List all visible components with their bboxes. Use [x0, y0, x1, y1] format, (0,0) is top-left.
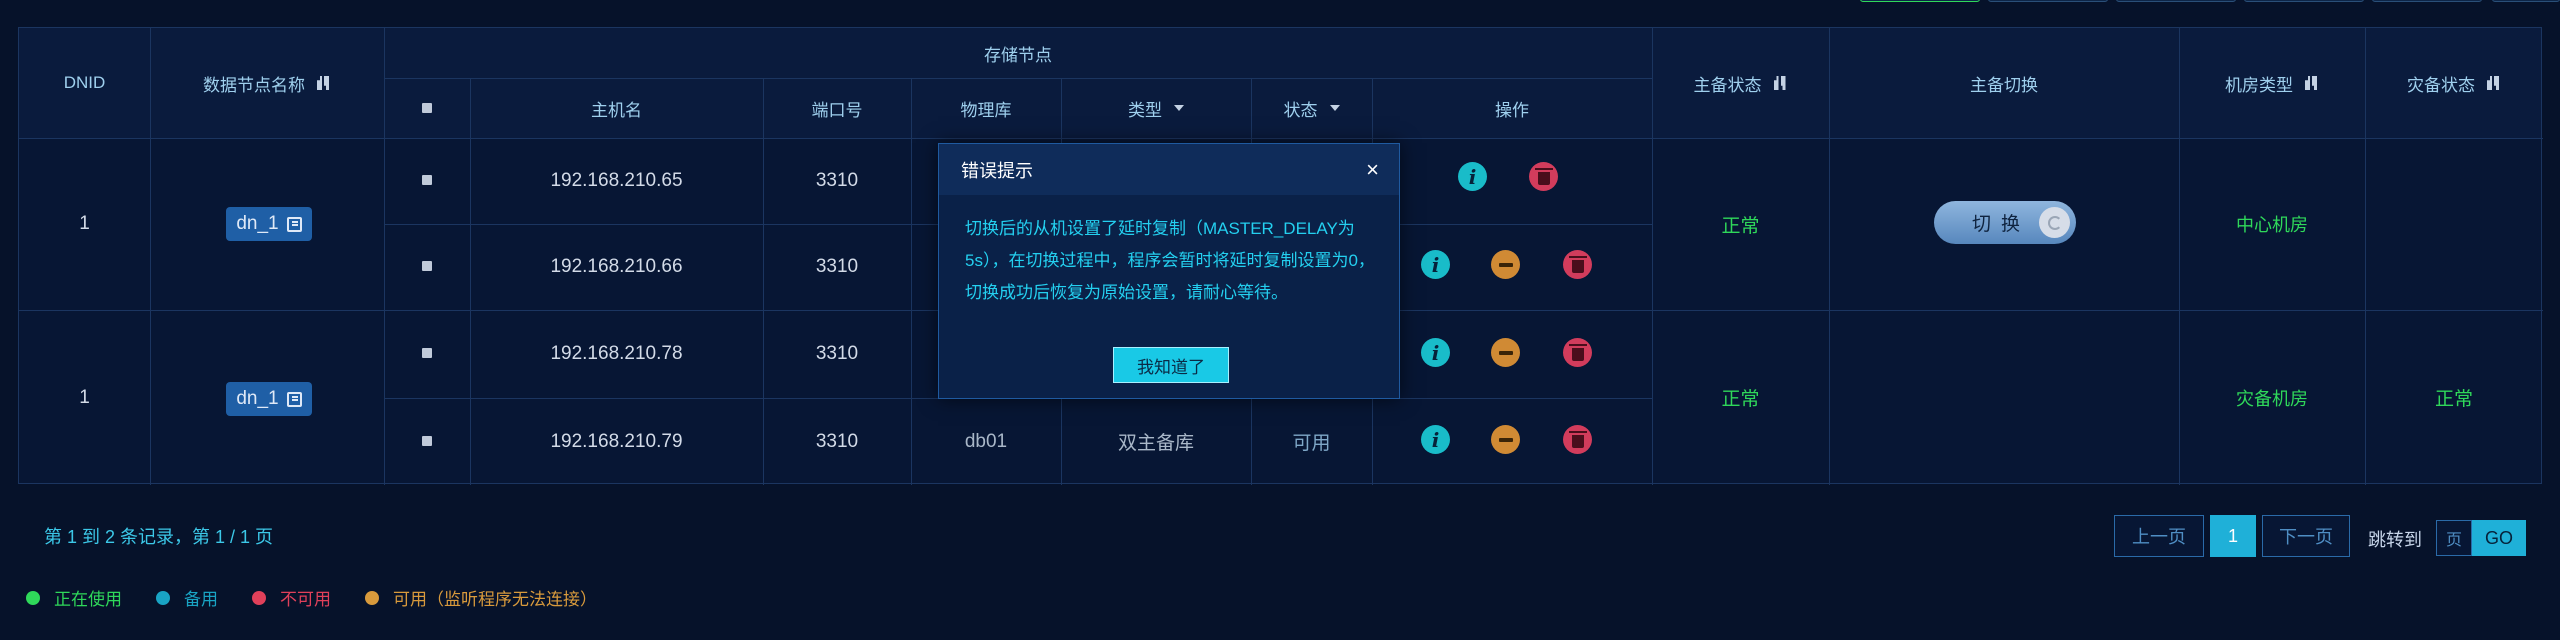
- cell-port: 3310: [815, 256, 859, 277]
- row-checkbox[interactable]: [422, 175, 432, 185]
- cell-port: 3310: [815, 170, 859, 191]
- row-checkbox[interactable]: [422, 261, 432, 271]
- info-icon[interactable]: i: [1458, 162, 1487, 191]
- status-legend: 正在使用 备用 不可用 可用（监听程序无法连接）: [26, 585, 597, 610]
- pagination-summary: 第 1 到 2 条记录，第 1 / 1 页: [44, 527, 274, 547]
- info-icon[interactable]: i: [1421, 250, 1450, 279]
- switch-label: 切换: [1972, 214, 2031, 235]
- legend-standby: 备用: [156, 585, 218, 610]
- page-1-button[interactable]: 1: [2210, 515, 2256, 557]
- select-all-checkbox[interactable]: [422, 103, 432, 113]
- toolbar-button[interactable]: [2372, 0, 2482, 2]
- cell-master-standby-status: 正常: [1721, 389, 1760, 410]
- cell-dnid: 1: [79, 386, 90, 408]
- dialog-title: 错误提示: [961, 160, 1033, 181]
- header-dnid: DNID: [63, 73, 106, 92]
- caret-down-icon[interactable]: [1174, 105, 1184, 111]
- cell-status: 可用: [1292, 433, 1331, 454]
- cell-master-standby-status: 正常: [1721, 215, 1760, 237]
- delete-icon[interactable]: [1563, 425, 1592, 454]
- minus-icon[interactable]: [1491, 250, 1520, 279]
- sort-icon[interactable]: [2303, 75, 2319, 91]
- node-name-badge[interactable]: dn_1: [226, 207, 312, 241]
- legend-available-no-listener: 可用（监听程序无法连接）: [365, 585, 597, 610]
- cell-port: 3310: [815, 343, 859, 364]
- cell-disaster-status: 正常: [2434, 389, 2473, 410]
- master-standby-switch-toggle[interactable]: 切换: [1934, 201, 2076, 244]
- legend-in-use: 正在使用: [26, 585, 122, 610]
- cyan-dot-icon: [156, 590, 170, 605]
- cell-hostname: 192.168.210.65: [550, 170, 683, 191]
- cell-hostname: 192.168.210.66: [550, 256, 683, 277]
- info-icon[interactable]: i: [1421, 338, 1450, 367]
- go-button[interactable]: GO: [2472, 520, 2526, 556]
- toolbar-button[interactable]: [1988, 0, 2108, 2]
- caret-down-icon[interactable]: [1329, 105, 1340, 111]
- minus-icon[interactable]: [1491, 425, 1520, 454]
- jump-label: 跳转到: [2368, 530, 2422, 550]
- header-type[interactable]: 类型: [1061, 78, 1251, 138]
- delete-icon[interactable]: [1563, 338, 1592, 367]
- orange-dot-icon: [365, 590, 379, 605]
- delete-icon[interactable]: [1563, 250, 1592, 279]
- green-dot-icon: [26, 590, 40, 605]
- cell-hostname: 192.168.210.79: [550, 430, 683, 452]
- toolbar-button[interactable]: [2244, 0, 2364, 2]
- toolbar-button[interactable]: [2492, 0, 2560, 2]
- sort-icon[interactable]: [1772, 75, 1788, 91]
- switch-knob[interactable]: [2039, 207, 2070, 238]
- next-page-button[interactable]: 下一页: [2262, 515, 2350, 557]
- dialog-header: 错误提示 ×: [939, 144, 1399, 195]
- header-port: 端口号: [811, 100, 863, 120]
- header-master-standby-status[interactable]: 主备状态: [1652, 28, 1829, 138]
- header-select-all[interactable]: [384, 78, 470, 138]
- cell-type: 双主备库: [1117, 433, 1194, 454]
- header-node-name[interactable]: 数据节点名称: [150, 28, 384, 138]
- header-hostname: 主机名: [591, 100, 642, 120]
- close-icon[interactable]: ×: [1366, 157, 1379, 183]
- cell-port: 3310: [815, 430, 859, 452]
- cell-room-type: 灾备机房: [2236, 388, 2308, 409]
- error-dialog: 错误提示 × 切换后的从机设置了延时复制（MASTER_DELAY为5s），在切…: [938, 143, 1400, 399]
- row-checkbox[interactable]: [422, 348, 432, 358]
- delete-icon[interactable]: [1529, 162, 1558, 191]
- sort-icon[interactable]: [2485, 75, 2501, 91]
- red-dot-icon: [252, 590, 266, 605]
- toolbar-button[interactable]: [2116, 0, 2236, 2]
- edit-icon[interactable]: [286, 391, 302, 407]
- prev-page-button[interactable]: 上一页: [2114, 515, 2204, 557]
- node-name-badge[interactable]: dn_1: [226, 382, 312, 416]
- header-storage-node: 存储节点: [984, 45, 1052, 65]
- edit-icon[interactable]: [286, 216, 302, 232]
- minus-icon[interactable]: [1491, 338, 1520, 367]
- header-physical-db: 物理库: [960, 100, 1012, 120]
- jump-page-input[interactable]: 页: [2436, 520, 2472, 556]
- confirm-button[interactable]: 我知道了: [1113, 347, 1229, 383]
- cell-room-type: 中心机房: [2236, 215, 2308, 235]
- info-icon[interactable]: i: [1421, 425, 1450, 454]
- header-disaster-status[interactable]: 灾备状态: [2365, 28, 2543, 138]
- refresh-icon: [2047, 215, 2062, 230]
- dialog-message: 切换后的从机设置了延时复制（MASTER_DELAY为5s），在切换过程中，程序…: [965, 219, 1375, 302]
- sort-icon[interactable]: [315, 75, 331, 91]
- header-status[interactable]: 状态: [1251, 78, 1372, 138]
- legend-unavailable: 不可用: [252, 585, 331, 610]
- cell-dnid: 1: [79, 213, 90, 234]
- row-checkbox[interactable]: [422, 436, 432, 446]
- cell-hostname: 192.168.210.78: [550, 343, 683, 364]
- toolbar-button[interactable]: [1860, 0, 1980, 2]
- header-room-type[interactable]: 机房类型: [2179, 28, 2365, 138]
- header-master-standby-switch: 主备切换: [1970, 75, 2038, 95]
- cell-physical-db: db01: [964, 430, 1008, 452]
- top-toolbar: [1860, 0, 2560, 2]
- cell-disaster-status: [2365, 138, 2543, 310]
- header-actions: 操作: [1495, 100, 1529, 120]
